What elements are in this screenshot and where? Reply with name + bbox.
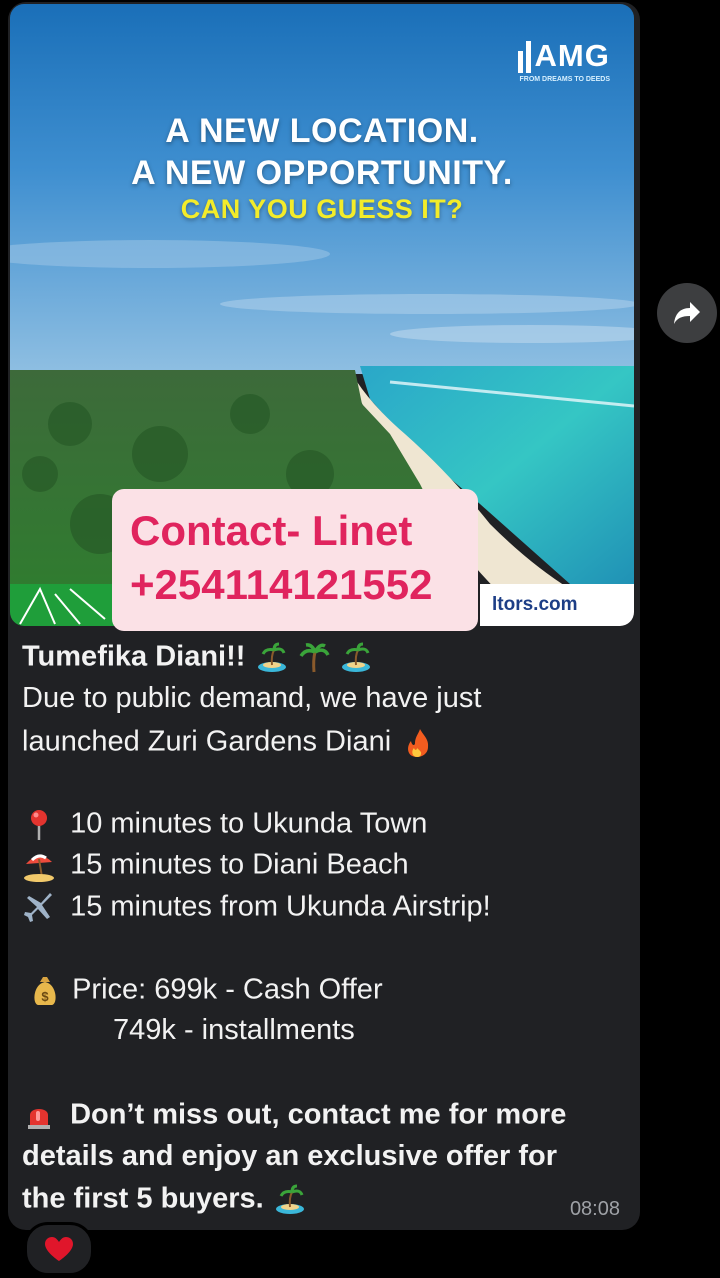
- reaction-badge[interactable]: [24, 1222, 94, 1276]
- island-icon-3: [275, 1184, 304, 1214]
- message-line-1: Due to public demand, we have just: [22, 682, 482, 714]
- cta-line-3-row: the first 5 buyers.: [22, 1184, 306, 1216]
- bullet-3-text: 15 minutes from Ukunda Airstrip!: [70, 890, 491, 923]
- svg-text:$: $: [41, 989, 49, 1004]
- bullet-1-text: 10 minutes to Ukunda Town: [70, 807, 428, 840]
- share-button[interactable]: [657, 283, 717, 343]
- message-title: Tumefika Diani!!: [22, 640, 246, 673]
- message-line-2-row: launched Zuri Gardens Diani: [22, 727, 433, 759]
- contact-card: Contact- Linet +254114121552: [112, 489, 478, 631]
- building-icon: [517, 39, 531, 73]
- airplane-icon: [24, 893, 52, 922]
- website-fragment: ltors.com: [492, 594, 578, 615]
- message-title-row: Tumefika Diani!!: [22, 642, 372, 674]
- price-1-text: Price: 699k - Cash Offer: [72, 973, 383, 1006]
- headline-1: A NEW LOCATION.: [165, 112, 479, 150]
- siren-icon: [28, 1109, 50, 1129]
- round-pushpin-icon: [31, 810, 47, 840]
- cta-line-1: Don’t miss out, contact me for more: [22, 1099, 566, 1133]
- money-bag-icon: $: [34, 977, 56, 1005]
- heart-icon: [45, 1237, 73, 1261]
- contact-name: Contact- Linet: [130, 507, 413, 554]
- cta-1-text: Don’t miss out, contact me for more: [70, 1098, 567, 1131]
- bullet-1: 10 minutes to Ukunda Town: [22, 808, 427, 842]
- bullet-2-text: 15 minutes to Diani Beach: [70, 848, 409, 881]
- bullet-2: 15 minutes to Diani Beach: [22, 849, 409, 883]
- fire-icon: [408, 729, 429, 757]
- palm-tree-icon: [299, 643, 330, 673]
- beach-umbrella-icon: [24, 854, 54, 882]
- price-line-2: 749k - installments: [113, 1014, 355, 1046]
- cta-3-text: the first 5 buyers.: [22, 1182, 264, 1215]
- price-line-1: $ Price: 699k - Cash Offer: [28, 974, 383, 1008]
- headline-2: A NEW OPPORTUNITY.: [131, 154, 513, 192]
- cta-line-2: details and enjoy an exclusive offer for: [22, 1140, 558, 1172]
- headline-3: CAN YOU GUESS IT?: [180, 194, 464, 224]
- share-arrow-icon: [674, 302, 700, 324]
- island-icon: [257, 642, 286, 672]
- brand-logo: AMG FROM DREAMS TO DEEDS: [517, 38, 611, 83]
- brand-tagline: FROM DREAMS TO DEEDS: [519, 76, 611, 83]
- bullet-3: 15 minutes from Ukunda Airstrip!: [22, 891, 491, 925]
- contact-phone: +254114121552: [130, 561, 433, 608]
- message-timestamp: 08:08: [569, 1198, 620, 1220]
- brand-name: AMG: [534, 38, 610, 73]
- island-icon-2: [341, 642, 370, 672]
- message-line-2: launched Zuri Gardens Diani: [22, 725, 392, 758]
